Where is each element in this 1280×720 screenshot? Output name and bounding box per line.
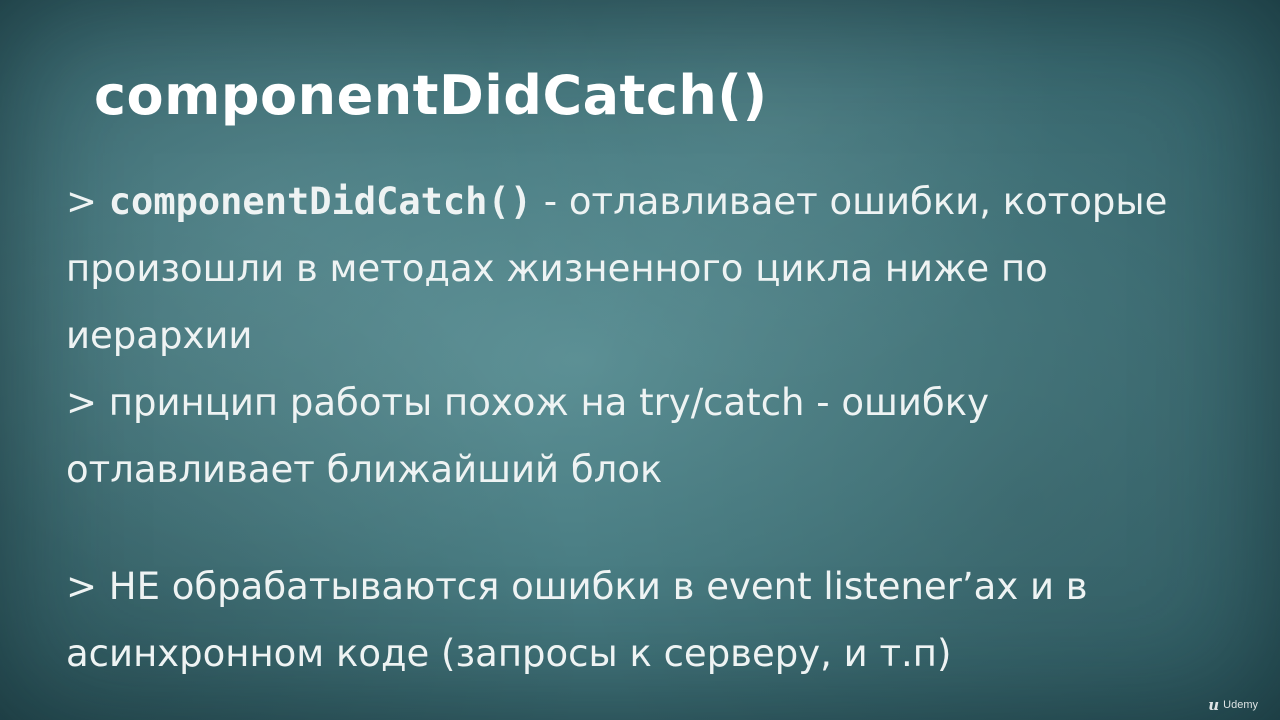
- bullet-item: > принцип работы похож на try/catch - ош…: [66, 369, 1226, 503]
- udemy-watermark: u Udemy: [1208, 696, 1258, 714]
- bullet-marker: >: [66, 180, 109, 223]
- bullet-marker: >: [66, 381, 109, 424]
- bullet-marker: >: [66, 565, 109, 608]
- watermark-label: Udemy: [1223, 699, 1258, 711]
- bullet-item: > componentDidCatch() - отлавливает ошиб…: [66, 168, 1226, 369]
- udemy-logo-icon: u: [1208, 696, 1220, 714]
- bullet-text: НЕ обрабатываются ошибки в event listene…: [66, 565, 1088, 675]
- bullet-code: componentDidCatch(): [108, 180, 533, 223]
- bullet-text: принцип работы похож на try/catch - ошиб…: [66, 381, 989, 491]
- bullet-item: > НЕ обрабатываются ошибки в event liste…: [66, 553, 1226, 687]
- bullet-list: > componentDidCatch() - отлавливает ошиб…: [66, 168, 1226, 687]
- slide-title: componentDidCatch(): [94, 64, 768, 127]
